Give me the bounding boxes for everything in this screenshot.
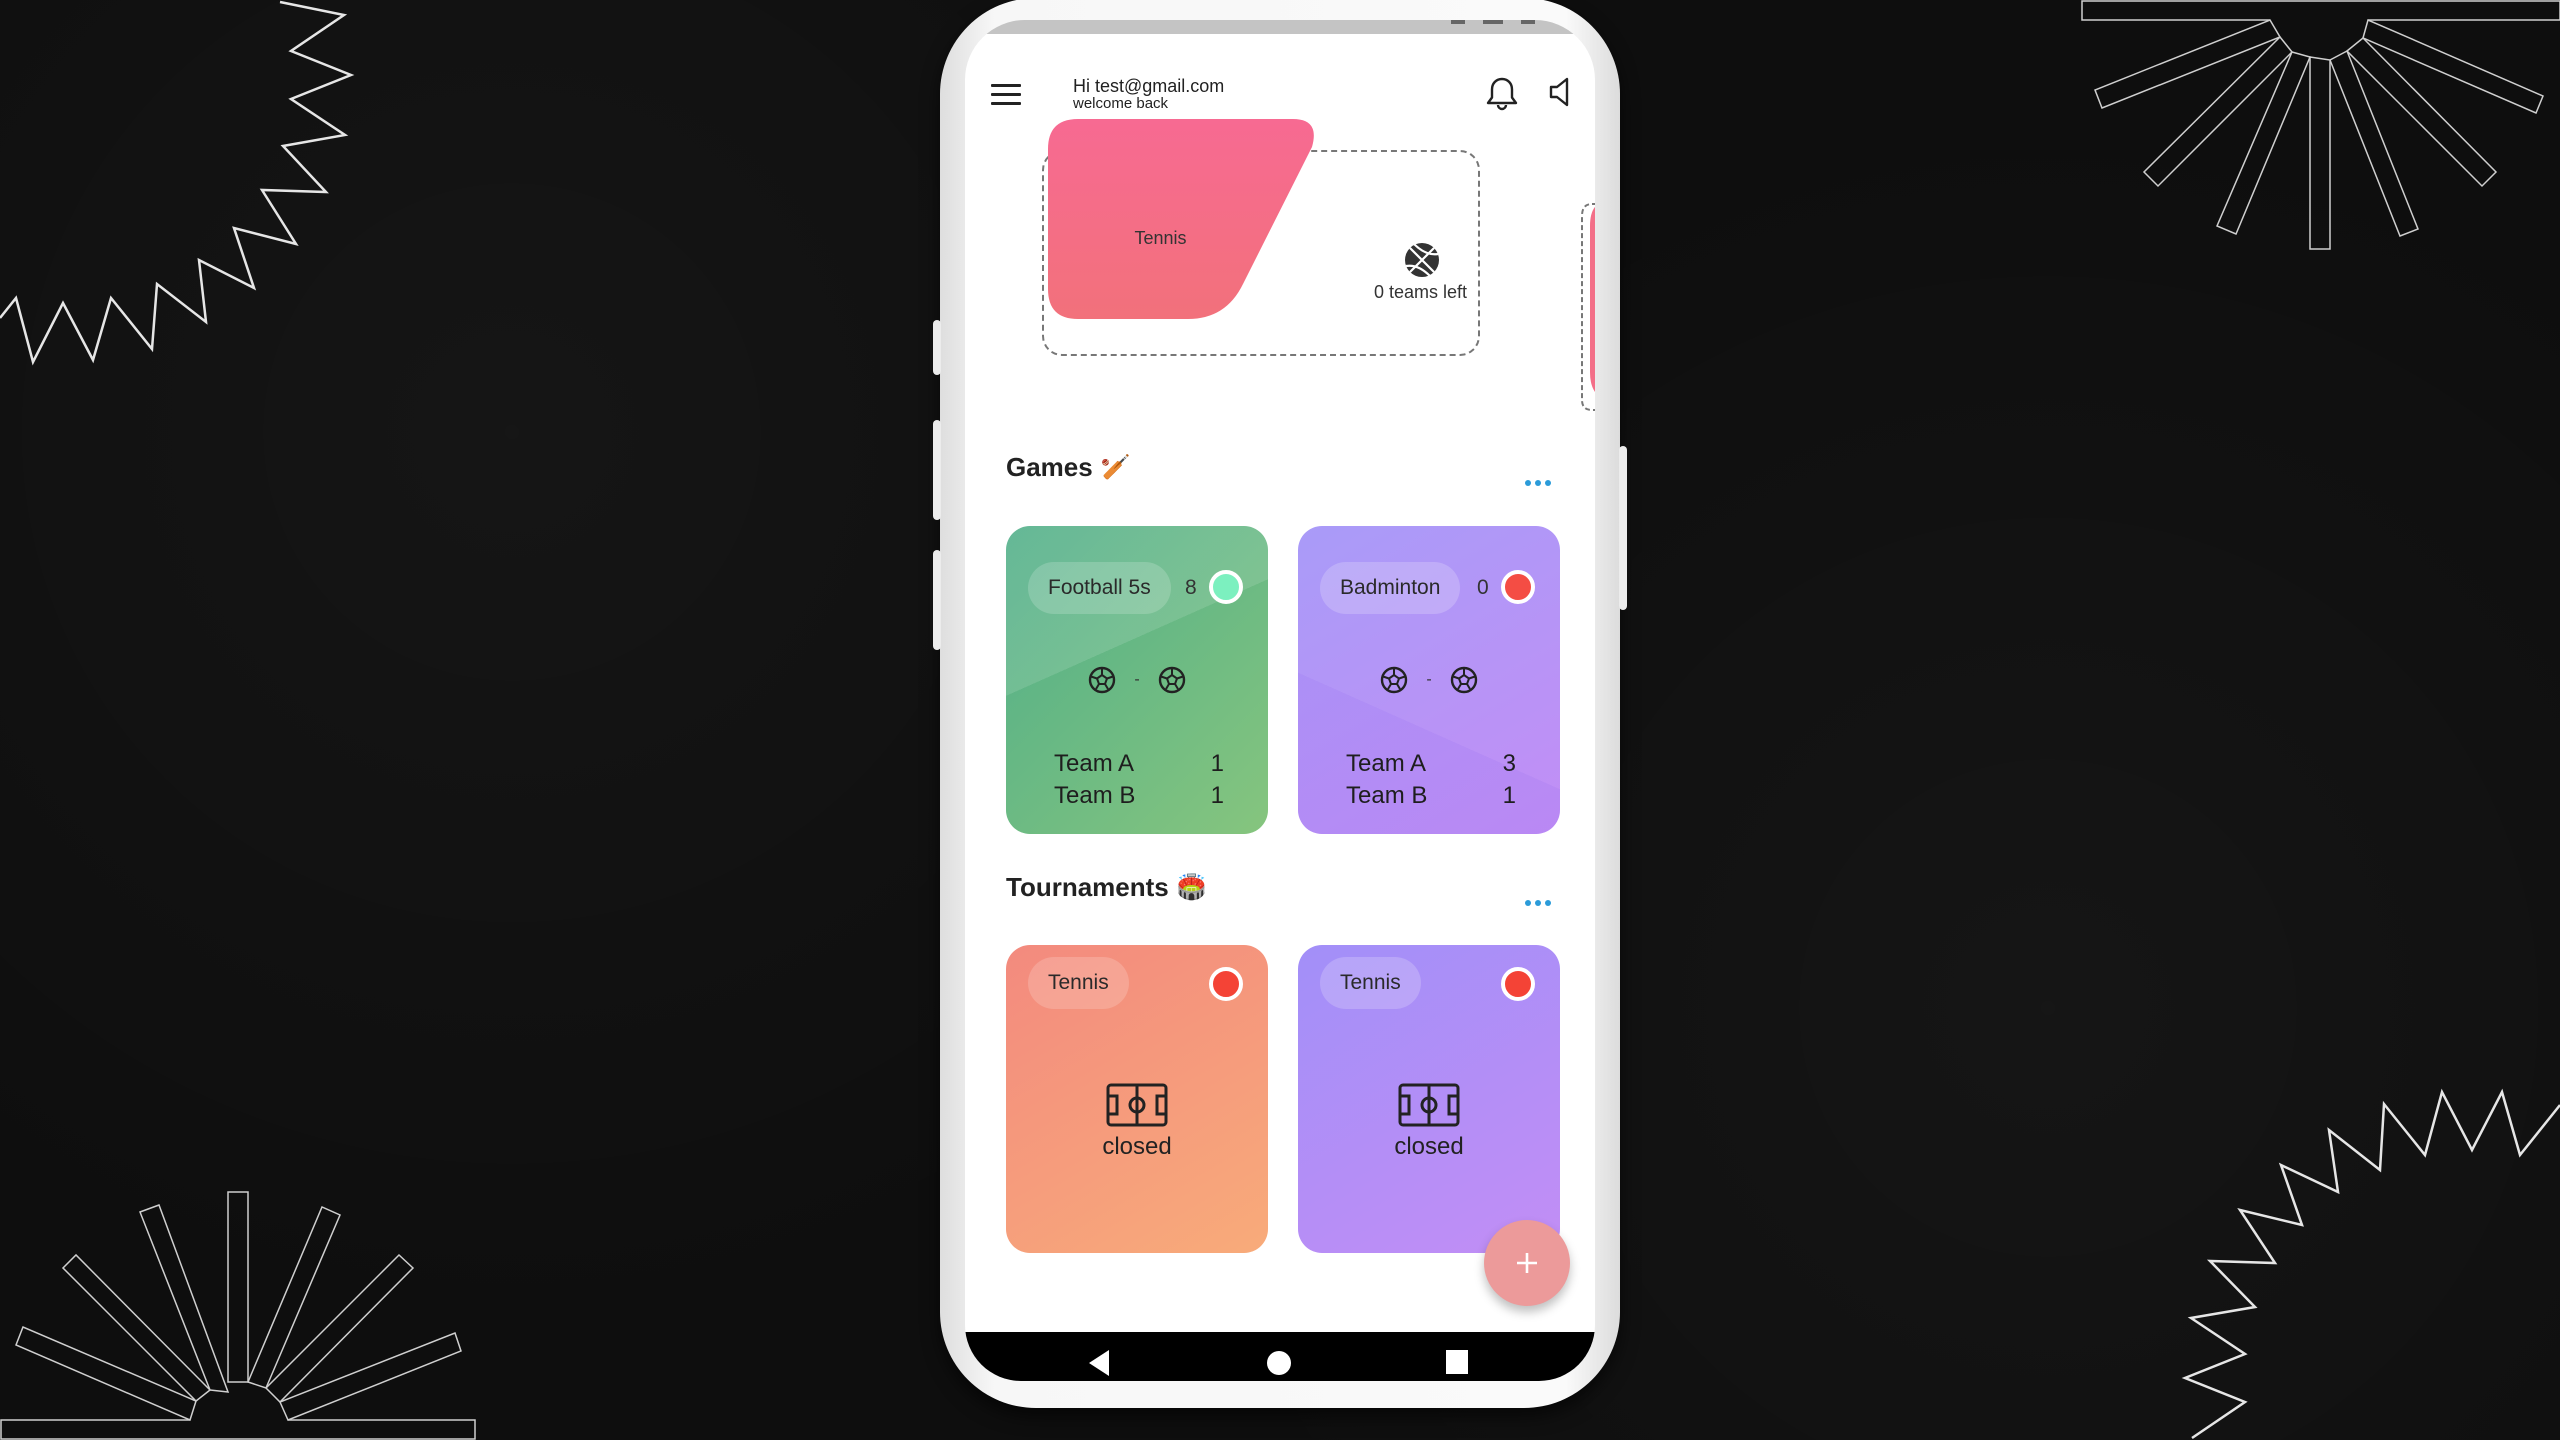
next-featured-card-peek[interactable] bbox=[1580, 202, 1595, 412]
featured-card-sport-shape bbox=[1048, 119, 1314, 319]
match-versus: - bbox=[1006, 666, 1268, 694]
dot bbox=[1525, 480, 1531, 486]
decorative-sunburst-bottom-left bbox=[0, 1191, 476, 1440]
status-text: closed bbox=[1394, 1133, 1464, 1160]
featured-sport-label: Tennis bbox=[1134, 228, 1187, 248]
games-more-button[interactable] bbox=[1525, 480, 1551, 486]
greeting-title: Hi test@gmail.com bbox=[1073, 76, 1225, 96]
tournaments-section-title: Tournaments 🏟️ bbox=[1006, 872, 1207, 903]
team-row: Team A 3 bbox=[1346, 748, 1516, 780]
phone-volume-down-button bbox=[933, 550, 941, 650]
phone-side-button bbox=[933, 320, 941, 375]
sport-name: Tennis bbox=[1340, 971, 1401, 994]
dot bbox=[1545, 900, 1551, 906]
team-name: Team B bbox=[1054, 782, 1136, 809]
dot bbox=[1545, 480, 1551, 486]
sport-name: Tennis bbox=[1048, 971, 1109, 994]
greeting: Hi test@gmail.com welcome back bbox=[1073, 76, 1224, 112]
dot bbox=[1525, 900, 1531, 906]
dot bbox=[1535, 900, 1541, 906]
status-indicator bbox=[1209, 570, 1243, 604]
team-name: Team B bbox=[1346, 782, 1428, 809]
featured-carousel[interactable]: Tennis 0 teams left bbox=[965, 116, 1595, 411]
soccer-ball-icon bbox=[1450, 666, 1477, 694]
status-indicator bbox=[1501, 570, 1535, 604]
scoreboard: Team A 3 Team B 1 bbox=[1346, 748, 1516, 812]
recents-icon[interactable] bbox=[1446, 1350, 1468, 1374]
sport-pill: Tennis bbox=[1028, 957, 1129, 1009]
tournament-card[interactable]: Tennis closed bbox=[1298, 945, 1560, 1253]
sport-pill: Tennis bbox=[1320, 957, 1421, 1009]
menu-icon-line bbox=[991, 102, 1021, 105]
game-card[interactable]: Football 5s 8 - Team A 1 Team B 1 bbox=[1006, 526, 1268, 834]
teams-left-text: 0 teams left bbox=[1373, 282, 1467, 302]
player-count: 8 bbox=[1185, 576, 1197, 599]
decorative-zigzag-top-left bbox=[0, 0, 355, 366]
status-indicator bbox=[1501, 967, 1535, 1001]
dot bbox=[1535, 480, 1541, 486]
volume-icon[interactable] bbox=[1548, 76, 1574, 108]
decorative-sunburst-top-right bbox=[2081, 0, 2560, 250]
stadium-emoji-icon: 🏟️ bbox=[1176, 874, 1207, 901]
menu-icon-line bbox=[991, 93, 1021, 96]
player-count: 0 bbox=[1477, 576, 1489, 599]
sport-name: Football 5s bbox=[1048, 576, 1151, 599]
tournament-status: closed bbox=[1006, 1083, 1268, 1161]
team-row: Team B 1 bbox=[1054, 780, 1224, 812]
wifi-icon bbox=[1451, 20, 1465, 24]
team-name: Team A bbox=[1054, 750, 1135, 777]
signal-icon bbox=[1483, 20, 1503, 24]
game-card[interactable]: Badminton 0 - Team A 3 Team B 1 bbox=[1298, 526, 1560, 834]
add-button[interactable] bbox=[1484, 1220, 1570, 1306]
soccer-ball-icon bbox=[1089, 666, 1116, 694]
status-indicator bbox=[1209, 967, 1243, 1001]
sport-pill: Badminton bbox=[1320, 562, 1461, 614]
status-bar bbox=[965, 20, 1595, 34]
app-screen: Hi test@gmail.com welcome back Tennis 0 … bbox=[965, 20, 1595, 1381]
versus-dash: - bbox=[1134, 671, 1140, 688]
scoreboard: Team A 1 Team B 1 bbox=[1054, 748, 1224, 812]
bell-icon[interactable] bbox=[1485, 76, 1519, 112]
android-nav-bar bbox=[965, 1332, 1595, 1381]
phone-power-button bbox=[1619, 446, 1627, 610]
tournaments-more-button[interactable] bbox=[1525, 900, 1551, 906]
decorative-zigzag-bottom-right bbox=[2181, 1088, 2560, 1440]
team-score: 1 bbox=[1502, 782, 1516, 809]
battery-icon bbox=[1521, 20, 1535, 24]
tournament-card[interactable]: Tennis closed bbox=[1006, 945, 1268, 1253]
match-versus: - bbox=[1298, 666, 1560, 694]
plus-icon bbox=[1517, 1253, 1537, 1273]
menu-icon bbox=[991, 84, 1021, 87]
basketball-icon bbox=[1405, 243, 1439, 277]
football-field-icon bbox=[1106, 1083, 1168, 1127]
menu-button[interactable] bbox=[991, 84, 1021, 106]
status-text: closed bbox=[1102, 1133, 1172, 1160]
greeting-subtitle: welcome back bbox=[1073, 95, 1169, 112]
team-score: 1 bbox=[1210, 782, 1224, 809]
team-score: 3 bbox=[1502, 750, 1516, 777]
versus-dash: - bbox=[1426, 671, 1432, 688]
games-title-text: Games bbox=[1006, 452, 1093, 482]
football-field-icon bbox=[1398, 1083, 1460, 1127]
team-name: Team A bbox=[1346, 750, 1427, 777]
games-section-title: Games 🏏 bbox=[1006, 452, 1131, 483]
tournament-status: closed bbox=[1298, 1083, 1560, 1161]
phone-volume-up-button bbox=[933, 420, 941, 520]
sport-name: Badminton bbox=[1340, 576, 1441, 599]
home-icon[interactable] bbox=[1266, 1350, 1292, 1376]
team-row: Team B 1 bbox=[1346, 780, 1516, 812]
tournaments-title-text: Tournaments bbox=[1006, 872, 1169, 902]
soccer-ball-icon bbox=[1158, 666, 1185, 694]
soccer-ball-icon bbox=[1381, 666, 1408, 694]
back-icon[interactable] bbox=[1087, 1350, 1111, 1376]
team-row: Team A 1 bbox=[1054, 748, 1224, 780]
cricket-emoji-icon: 🏏 bbox=[1100, 454, 1131, 481]
team-score: 1 bbox=[1210, 750, 1224, 777]
sport-pill: Football 5s bbox=[1028, 562, 1171, 614]
